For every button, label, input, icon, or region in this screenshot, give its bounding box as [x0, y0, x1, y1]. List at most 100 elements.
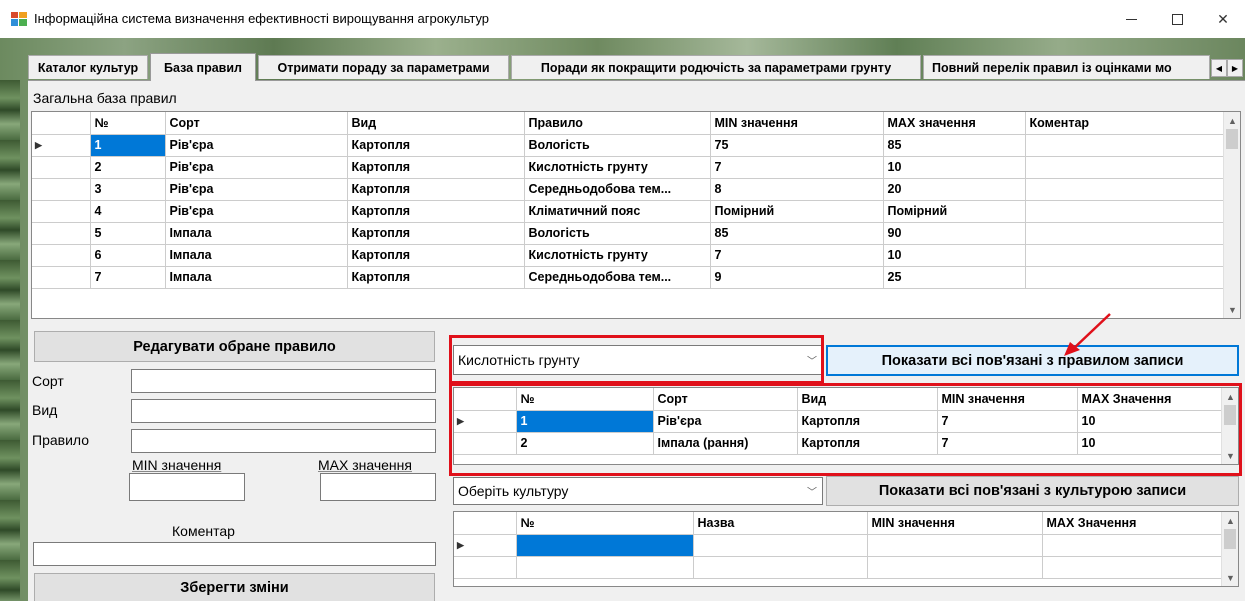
- save-changes-button[interactable]: Зберегти зміни: [34, 573, 435, 601]
- table-cell[interactable]: 7: [937, 410, 1078, 433]
- rule-records-grid[interactable]: № Сорт Вид MIN значення MAX Значення ▶ 1 Р…: [453, 387, 1239, 465]
- table-row[interactable]: 6 Імпала Картопля Кислотність грунту 7 10: [32, 244, 1225, 267]
- tab-rules-base[interactable]: База правил: [150, 53, 256, 81]
- table-cell[interactable]: 1: [90, 134, 166, 157]
- table-cell[interactable]: Рів'єра: [165, 156, 348, 179]
- table-cell[interactable]: 90: [883, 222, 1026, 245]
- table-row[interactable]: 2 Рів'єра Картопля Кислотність грунту 7 10: [32, 156, 1225, 179]
- column-header[interactable]: MIN значення: [937, 388, 1078, 411]
- row-header-cell[interactable]: [32, 178, 91, 201]
- tab-scroll-right-icon[interactable]: ▶: [1227, 59, 1243, 77]
- table-cell[interactable]: 8: [710, 178, 884, 201]
- show-rule-records-button[interactable]: Показати всі пов'язані з правилом записи: [826, 345, 1239, 376]
- table-cell[interactable]: [516, 556, 694, 579]
- column-header[interactable]: MIN значення: [710, 112, 884, 135]
- table-cell[interactable]: 7: [90, 266, 166, 289]
- row-header-cell[interactable]: [32, 244, 91, 267]
- column-header[interactable]: Вид: [797, 388, 938, 411]
- table-row[interactable]: 3 Рів'єра Картопля Середньодобова тем... 8 20: [32, 178, 1225, 201]
- table-cell[interactable]: 7: [937, 432, 1078, 455]
- row-header-cell[interactable]: [454, 556, 517, 579]
- table-cell[interactable]: Імпала: [165, 222, 348, 245]
- table-cell[interactable]: [693, 556, 868, 579]
- table-cell[interactable]: [867, 534, 1043, 557]
- column-header[interactable]: MIN значення: [867, 512, 1043, 535]
- table-cell[interactable]: Картопля: [347, 134, 525, 157]
- table-cell[interactable]: Картопля: [347, 178, 525, 201]
- maximize-button[interactable]: [1154, 0, 1200, 38]
- column-header[interactable]: №: [516, 388, 654, 411]
- table-cell[interactable]: 85: [710, 222, 884, 245]
- table-cell[interactable]: [1025, 266, 1225, 289]
- culture-records-grid[interactable]: № Назва MIN значення MAX Значення ▶ ▲ ▼: [453, 511, 1239, 587]
- table-cell[interactable]: [867, 556, 1043, 579]
- table-cell[interactable]: 2: [90, 156, 166, 179]
- rule-select[interactable]: Кислотність грунту ﹀: [453, 345, 823, 375]
- table-row[interactable]: 2 Імпала (рання) Картопля 7 10: [454, 432, 1224, 455]
- table-cell[interactable]: 10: [883, 156, 1026, 179]
- scroll-up-icon[interactable]: ▲: [1224, 112, 1240, 129]
- general-rules-grid[interactable]: № Сорт Вид Правило MIN значення MAX знач…: [31, 111, 1241, 319]
- row-pointer-icon[interactable]: ▶: [454, 410, 517, 433]
- table-cell[interactable]: 10: [1077, 432, 1224, 455]
- table-row[interactable]: 4 Рів'єра Картопля Кліматичний пояс Помірний…: [32, 200, 1225, 223]
- table-cell[interactable]: [1025, 156, 1225, 179]
- max-value-field[interactable]: [320, 473, 436, 501]
- table-cell[interactable]: Картопля: [347, 266, 525, 289]
- table-cell[interactable]: Імпала (рання): [653, 432, 798, 455]
- scroll-down-icon[interactable]: ▼: [1224, 301, 1240, 318]
- column-header[interactable]: Сорт: [653, 388, 798, 411]
- chevron-down-icon[interactable]: ﹀: [807, 484, 817, 499]
- table-row[interactable]: ▶ 1 Рів'єра Картопля Вологість 75 85: [32, 134, 1225, 157]
- table-cell[interactable]: 4: [90, 200, 166, 223]
- table-cell[interactable]: Рів'єра: [165, 200, 348, 223]
- table-cell[interactable]: 6: [90, 244, 166, 267]
- row-pointer-icon[interactable]: ▶: [32, 134, 91, 157]
- scroll-thumb[interactable]: [1224, 405, 1236, 425]
- table-cell[interactable]: Імпала: [165, 266, 348, 289]
- table-cell[interactable]: Вологість: [524, 222, 711, 245]
- type-field[interactable]: [131, 399, 436, 423]
- column-header[interactable]: MAX Значення: [1077, 388, 1224, 411]
- tab-crop-catalog[interactable]: Каталог культур: [28, 55, 148, 79]
- table-cell[interactable]: Картопля: [347, 156, 525, 179]
- table-cell[interactable]: 1: [516, 410, 654, 433]
- table-cell[interactable]: 7: [710, 244, 884, 267]
- table-row[interactable]: 7 Імпала Картопля Середньодобова тем... 9 25: [32, 266, 1225, 289]
- table-cell[interactable]: Картопля: [347, 200, 525, 223]
- row-header-cell[interactable]: [32, 156, 91, 179]
- column-header[interactable]: Назва: [693, 512, 868, 535]
- table-cell[interactable]: Кислотність грунту: [524, 244, 711, 267]
- rule-field[interactable]: [131, 429, 436, 453]
- scroll-up-icon[interactable]: ▲: [1222, 388, 1238, 405]
- table-cell[interactable]: 2: [516, 432, 654, 455]
- table-cell[interactable]: [1042, 534, 1224, 557]
- column-header[interactable]: MAX значення: [883, 112, 1026, 135]
- table-cell[interactable]: [1042, 556, 1224, 579]
- edit-rule-button[interactable]: Редагувати обране правило: [34, 331, 435, 362]
- table-cell[interactable]: [1025, 178, 1225, 201]
- table-cell[interactable]: Середньодобова тем...: [524, 266, 711, 289]
- table-cell[interactable]: Картопля: [797, 432, 938, 455]
- table-cell[interactable]: Рів'єра: [653, 410, 798, 433]
- general-rules-scrollbar[interactable]: ▲ ▼: [1223, 112, 1240, 318]
- column-header[interactable]: №: [90, 112, 166, 135]
- row-header-cell[interactable]: [32, 266, 91, 289]
- table-cell[interactable]: 10: [1077, 410, 1224, 433]
- chevron-down-icon[interactable]: ﹀: [807, 353, 817, 368]
- table-cell[interactable]: 75: [710, 134, 884, 157]
- tab-get-advice[interactable]: Отримати пораду за параметрами: [258, 55, 509, 79]
- table-cell[interactable]: 85: [883, 134, 1026, 157]
- column-header[interactable]: Вид: [347, 112, 525, 135]
- tab-soil-advice[interactable]: Поради як покращити родючість за парамет…: [511, 55, 921, 79]
- tab-scroll-left-icon[interactable]: ◀: [1211, 59, 1227, 77]
- table-cell[interactable]: 9: [710, 266, 884, 289]
- table-cell[interactable]: [1025, 244, 1225, 267]
- table-cell[interactable]: Рів'єра: [165, 178, 348, 201]
- table-cell[interactable]: Картопля: [347, 222, 525, 245]
- table-cell[interactable]: Середньодобова тем...: [524, 178, 711, 201]
- table-row[interactable]: 5 Імпала Картопля Вологість 85 90: [32, 222, 1225, 245]
- table-cell[interactable]: Помірний: [883, 200, 1026, 223]
- scroll-down-icon[interactable]: ▼: [1222, 569, 1238, 586]
- comment-field[interactable]: [33, 542, 436, 566]
